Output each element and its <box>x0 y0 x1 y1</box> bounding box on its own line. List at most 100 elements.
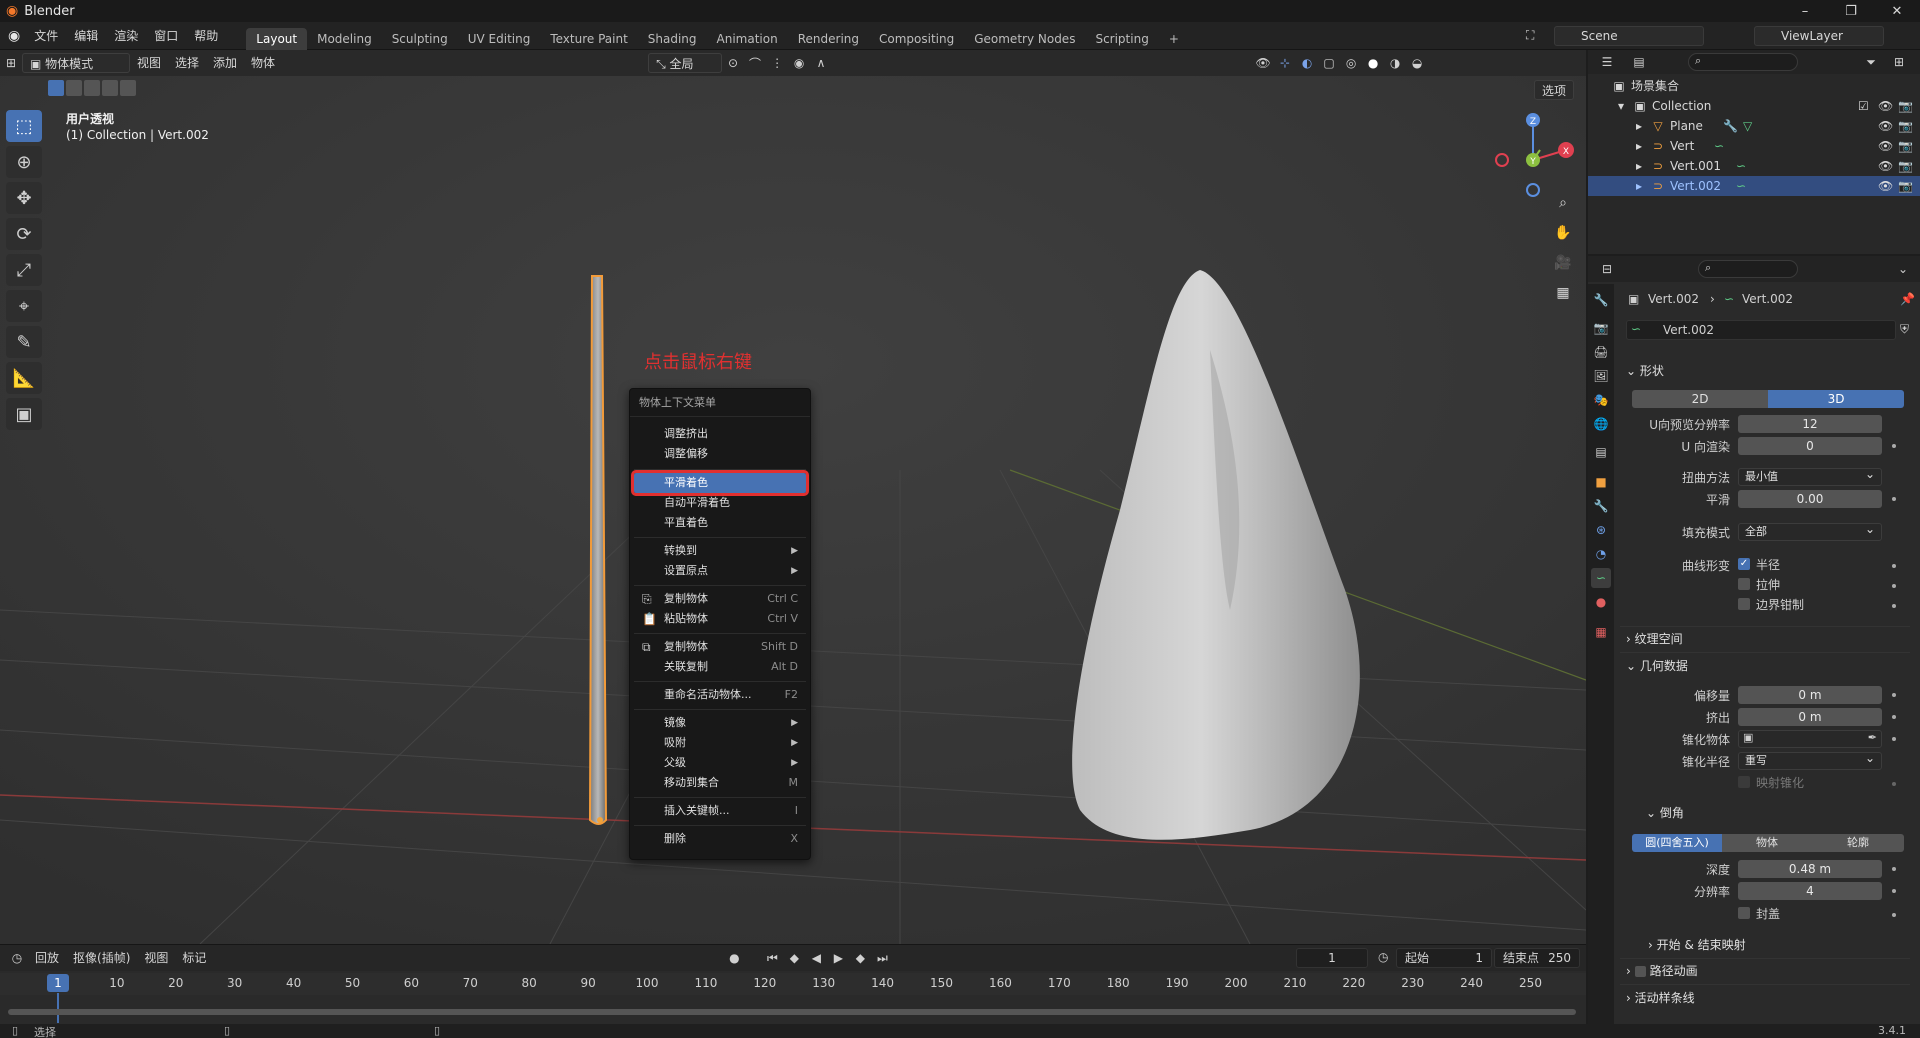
menu-file[interactable]: 文件 <box>26 22 66 50</box>
move-tool-icon[interactable]: ✥ <box>6 182 42 214</box>
workspace-tab-sculpting[interactable]: Sculpting <box>382 28 458 50</box>
section-geometry[interactable]: ⌄ 几何数据 <box>1626 657 1688 674</box>
bevel-object-button[interactable]: 物体 <box>1722 834 1812 852</box>
auto-keying-icon[interactable]: ● <box>723 948 745 968</box>
outliner-type-icon[interactable]: ☰ <box>1596 52 1618 72</box>
options-dropdown[interactable]: 选项 <box>1534 80 1575 100</box>
next-keyframe-icon[interactable]: ◆ <box>849 948 871 968</box>
menu-item-insert-keyframe[interactable]: 插入关键帧... I <box>634 801 806 821</box>
menu-item-shade-auto-smooth[interactable]: 自动平滑着色 <box>634 493 806 513</box>
menu-object[interactable]: 物体 <box>244 53 282 73</box>
start-frame-field[interactable]: 起始 1 <box>1396 948 1492 968</box>
menu-render[interactable]: 渲染 <box>106 22 146 50</box>
menu-item-duplicate-linked[interactable]: 关联复制 Alt D <box>634 657 806 677</box>
u-render-field[interactable]: 0 <box>1738 437 1882 455</box>
keyframe-dot-icon[interactable] <box>1892 693 1896 697</box>
menu-item-adjust-offset[interactable]: 调整偏移 <box>634 444 806 464</box>
properties-search-input[interactable]: ⌕ <box>1698 260 1798 278</box>
select-subtract-icon[interactable] <box>84 80 100 96</box>
pan-view-icon[interactable]: ✋ <box>1550 220 1576 246</box>
taper-radius-dropdown[interactable]: 重写 <box>1738 750 1882 770</box>
gizmo-neg-z-icon[interactable] <box>1526 183 1540 197</box>
falloff-icon[interactable]: ∧ <box>810 53 832 73</box>
visibility-eye-icon[interactable]: 👁 <box>1878 176 1893 196</box>
editor-type-icon[interactable]: ⊞ <box>0 53 22 73</box>
use-preview-range-icon[interactable]: ◷ <box>1378 950 1388 964</box>
render-camera-icon[interactable]: 📷 <box>1898 176 1913 196</box>
transform-orientation-dropdown[interactable]: ⤡ 全局 <box>648 53 723 73</box>
new-collection-icon[interactable]: ⊞ <box>1888 52 1910 72</box>
close-window-button[interactable]: ✕ <box>1874 0 1920 22</box>
particles-tab-icon[interactable]: ⊛ <box>1591 520 1611 540</box>
pivot-icon[interactable]: ⊙ <box>722 53 744 73</box>
scale-tool-icon[interactable]: ⤢ <box>6 254 42 286</box>
snap-target-icon[interactable]: ⋮ <box>766 53 788 73</box>
timeline-editor[interactable]: ◷ 回放 抠像(插帧) 视图 标记 ● ⏮ ◆ ◀ ▶ ◆ ⏭ 1 ◷ 起始 1… <box>0 944 1586 1024</box>
eyedropper-icon[interactable]: ✒ <box>1868 731 1877 744</box>
bounds-clamp-checkbox[interactable] <box>1738 598 1750 610</box>
current-frame-field[interactable]: 1 <box>1296 948 1368 968</box>
keying-menu[interactable]: 抠像(插帧) <box>66 948 137 968</box>
menu-item-paste-objects[interactable]: 📋 粘贴物体 Ctrl V <box>634 609 806 629</box>
rotate-tool-icon[interactable]: ⟳ <box>6 218 42 250</box>
add-cube-tool-icon[interactable]: ▣ <box>6 398 42 430</box>
jump-end-icon[interactable]: ⏭ <box>871 948 893 968</box>
dimension-3d-button[interactable]: 3D <box>1768 390 1904 408</box>
material-shading-icon[interactable]: ◑ <box>1384 53 1406 73</box>
workspace-tab-scripting[interactable]: Scripting <box>1085 28 1158 50</box>
render-camera-icon[interactable]: 📷 <box>1898 156 1913 176</box>
radius-checkbox[interactable]: ✓ <box>1738 558 1750 570</box>
twist-method-dropdown[interactable]: 最小值 <box>1738 466 1882 486</box>
menu-select[interactable]: 选择 <box>168 53 206 73</box>
menu-item-rename-active[interactable]: 重命名活动物体... F2 <box>634 685 806 705</box>
playhead[interactable] <box>57 993 59 1023</box>
annotate-tool-icon[interactable]: ✎ <box>6 326 42 358</box>
workspace-tab-rendering[interactable]: Rendering <box>788 28 869 50</box>
visibility-icon[interactable]: 👁 <box>1252 53 1274 73</box>
workspace-tab-uv-editing[interactable]: UV Editing <box>458 28 541 50</box>
keyframe-dot-icon[interactable] <box>1892 867 1896 871</box>
render-tab-icon[interactable]: 📷 <box>1591 318 1611 338</box>
keyframe-dot-icon[interactable] <box>1892 497 1896 501</box>
menu-item-copy-objects[interactable]: ⎘ 复制物体 Ctrl C <box>634 589 806 609</box>
section-shape[interactable]: ⌄ 形状 <box>1626 362 1664 379</box>
gizmo-toggle-icon[interactable]: ⊹ <box>1274 53 1296 73</box>
depth-field[interactable]: 0.48 m <box>1738 860 1882 878</box>
select-extend-icon[interactable] <box>66 80 82 96</box>
tool-tab-icon[interactable]: 🔧 <box>1591 290 1611 310</box>
bevel-round-button[interactable]: 圆(四舍五入) <box>1632 834 1722 852</box>
add-workspace-button[interactable]: + <box>1159 28 1189 50</box>
end-frame-field[interactable]: 结束点 250 <box>1494 948 1580 968</box>
select-box-tool-icon[interactable]: ⬚ <box>6 110 42 142</box>
keyframe-dot-icon[interactable] <box>1892 444 1896 448</box>
menu-item-mirror[interactable]: 镜像 ▶ <box>634 713 806 733</box>
play-reverse-icon[interactable]: ◀ <box>805 948 827 968</box>
fill-caps-checkbox[interactable] <box>1738 907 1750 919</box>
outliner-object-vert-002[interactable]: ▸ ⊃ Vert.002 ∽ 👁 📷 <box>1588 176 1920 196</box>
ruler-current-frame[interactable]: 1 <box>47 974 69 992</box>
material-tab-icon[interactable]: ● <box>1591 592 1611 612</box>
curve-data-tab-icon[interactable]: ∽ <box>1591 568 1611 588</box>
bevel-profile-button[interactable]: 轮廓 <box>1812 834 1904 852</box>
select-invert-icon[interactable] <box>102 80 118 96</box>
menu-item-adjust-extrude[interactable]: 调整挤出 <box>634 424 806 444</box>
selected-rod-object[interactable] <box>588 275 608 825</box>
physics-tab-icon[interactable]: ◔ <box>1591 544 1611 564</box>
keyframe-dot-icon[interactable] <box>1892 913 1896 917</box>
display-mode-icon[interactable]: ▤ <box>1628 52 1650 72</box>
map-taper-checkbox[interactable] <box>1738 776 1750 788</box>
menu-item-convert-to[interactable]: 转换到 ▶ <box>634 541 806 561</box>
u-preview-field[interactable]: 12 <box>1738 415 1882 433</box>
object-tab-icon[interactable]: ■ <box>1591 472 1611 492</box>
camera-view-icon[interactable]: 🎥 <box>1550 250 1576 276</box>
extrude-field[interactable]: 0 m <box>1738 708 1882 726</box>
zoom-view-icon[interactable]: ⌕ <box>1550 190 1576 216</box>
prev-keyframe-icon[interactable]: ◆ <box>783 948 805 968</box>
modifier-tab-icon[interactable]: 🔧 <box>1591 496 1611 516</box>
smooth-field[interactable]: 0.00 <box>1738 490 1882 508</box>
wireframe-shading-icon[interactable]: ◎ <box>1340 53 1362 73</box>
resolution-field[interactable]: 4 <box>1738 882 1882 900</box>
menu-add[interactable]: 添加 <box>206 53 244 73</box>
visibility-eye-icon[interactable]: 👁 <box>1878 96 1893 116</box>
keyframe-dot-icon[interactable] <box>1892 584 1896 588</box>
